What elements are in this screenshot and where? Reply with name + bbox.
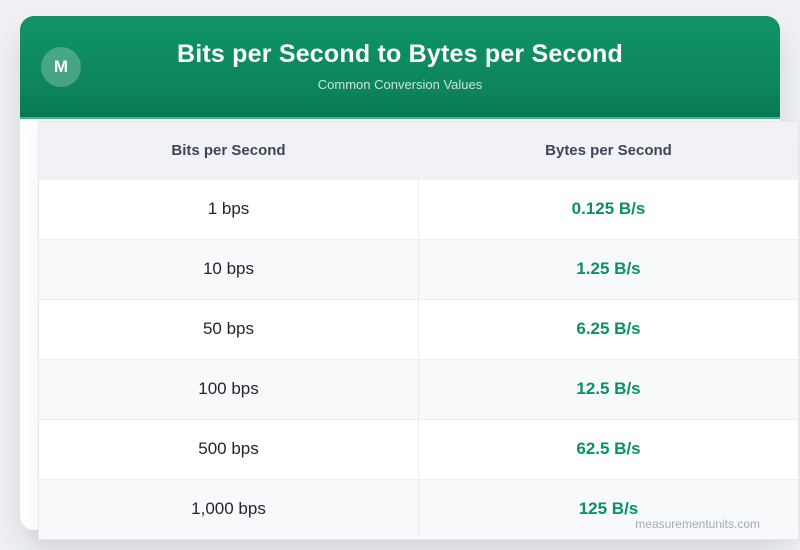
brand-badge-letter: M — [53, 57, 69, 76]
bytes-cell: 6.25 B/s — [418, 298, 798, 359]
table-row: 100 bps 12.5 B/s — [39, 358, 798, 419]
table-header-row: Bits per Second Bytes per Second — [39, 122, 798, 179]
table-row: 10 bps 1.25 B/s — [39, 238, 798, 299]
bits-cell: 10 bps — [39, 238, 419, 299]
column-header-bits: Bits per Second — [39, 122, 419, 179]
table-row: 50 bps 6.25 B/s — [39, 298, 798, 359]
page-title: Bits per Second to Bytes per Second — [177, 40, 623, 68]
bytes-cell: 1.25 B/s — [418, 238, 798, 299]
page-subtitle: Common Conversion Values — [317, 77, 483, 92]
card-header: M Bits per Second to Bytes per Second Co… — [20, 16, 780, 119]
site-watermark: measurementunits.com — [635, 517, 760, 531]
bits-cell: 50 bps — [39, 298, 419, 359]
bytes-cell: 62.5 B/s — [418, 418, 798, 479]
bytes-cell: 12.5 B/s — [418, 358, 798, 419]
conversion-table: Bits per Second Bytes per Second 1 bps 0.… — [38, 121, 799, 540]
table-row: 1 bps 0.125 B/s — [39, 178, 798, 239]
table-row: 500 bps 62.5 B/s — [39, 418, 798, 479]
bytes-cell: 0.125 B/s — [418, 178, 798, 239]
bits-cell: 1,000 bps — [39, 478, 419, 539]
bits-cell: 500 bps — [39, 418, 419, 479]
column-header-bytes: Bytes per Second — [418, 122, 798, 179]
table-body: 1 bps 0.125 B/s 10 bps 1.25 B/s 50 bps 6.25 B… — [39, 178, 798, 539]
brand-badge: M — [41, 47, 81, 87]
bits-cell: 100 bps — [39, 358, 419, 419]
table-head: Bits per Second Bytes per Second — [39, 122, 798, 179]
bits-cell: 1 bps — [39, 178, 419, 239]
